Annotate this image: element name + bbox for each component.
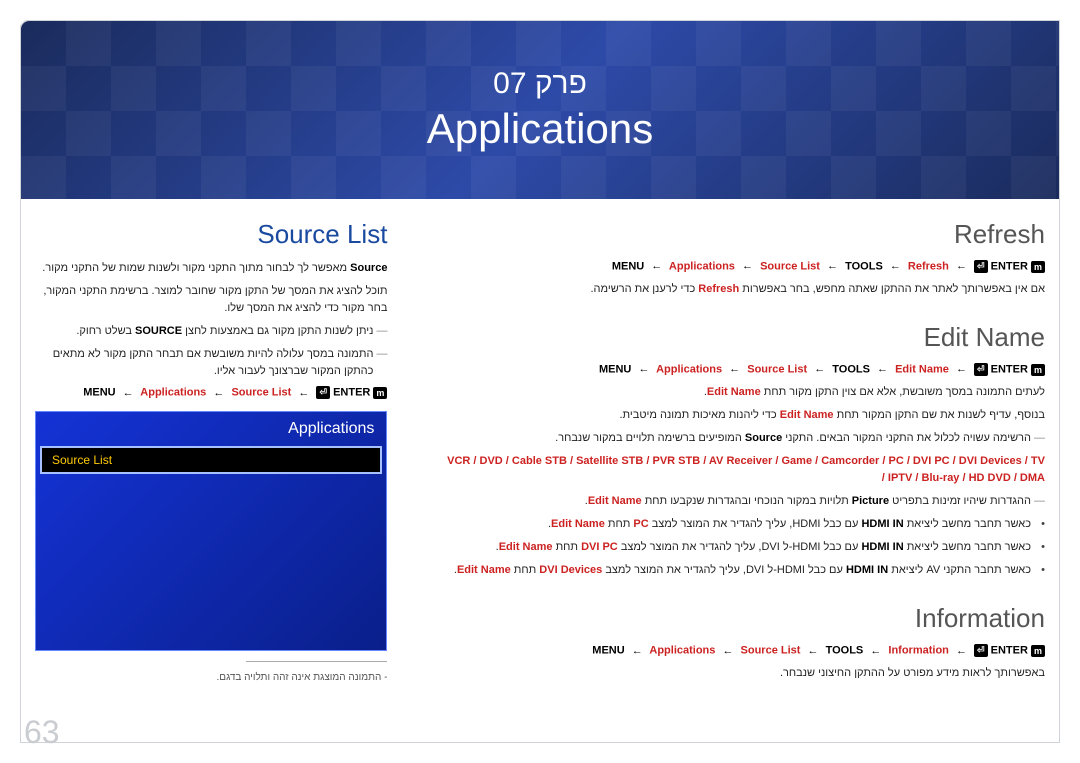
- edit-p4: ההגדרות שיהיו זמינות בתפריט Picture תלוי…: [443, 493, 1045, 510]
- enter-icon: ⏎: [316, 386, 330, 399]
- edit-bullet-2: כאשר תחבר מחשב ליציאת HDMI IN עם כבל HDM…: [443, 539, 1045, 556]
- source-desc-2: תוכל להציג את המסך של התקן מקור שחובר למ…: [35, 283, 387, 317]
- edit-bullet-1: כאשר תחבר מחשב ליציאת HDMI IN עם כבל HDM…: [443, 516, 1045, 533]
- chapter-title: Applications: [427, 105, 653, 153]
- editname-heading: Edit Name: [443, 322, 1045, 353]
- content-area: Source List Source Source מאפשר לך לבחור…: [21, 199, 1059, 742]
- left-column: Refresh m MENU ← Applications ← Source L…: [415, 199, 1059, 742]
- edit-p1: לעתים התמונה במסך משובשת, אלא אם צוין הת…: [443, 384, 1045, 401]
- arrow-icon: ←: [298, 387, 309, 399]
- info-text: באפשרותך לראות מידע מפורט על ההתקן החיצו…: [443, 665, 1045, 682]
- arrow-icon: ←: [956, 363, 967, 375]
- arrow-icon: ←: [213, 387, 224, 399]
- arrow-icon: ←: [890, 260, 901, 272]
- enter-icon: ⏎: [974, 644, 988, 657]
- information-heading: Information: [443, 603, 1045, 634]
- arrow-icon: ←: [808, 645, 819, 657]
- nav-path-source: m MENU ← Applications ← Source List ← ⏎ …: [35, 386, 387, 399]
- arrow-icon: ←: [742, 260, 753, 272]
- source-note-1: ניתן לשנות התקן מקור גם באמצעות לחצן SOU…: [35, 323, 387, 340]
- arrow-icon: ←: [827, 260, 838, 272]
- menu-icon: m: [1031, 261, 1045, 273]
- footnote-rule: [246, 661, 387, 662]
- arrow-icon: ←: [123, 387, 134, 399]
- nav-path-editname: m MENU ← Applications ← Source List ← TO…: [443, 363, 1045, 376]
- arrow-icon: ←: [956, 645, 967, 657]
- arrow-icon: ←: [632, 645, 643, 657]
- arrow-icon: ←: [651, 260, 662, 272]
- nav-path-information: m MENU ← Applications ← Source List ← TO…: [443, 644, 1045, 657]
- enter-icon: ⏎: [974, 260, 988, 273]
- applications-panel: Applications Source List: [35, 411, 387, 651]
- footnote: - התמונה המוצגת אינה זהה ותלויה בדגם.: [35, 672, 387, 683]
- right-column: Source List Source Source מאפשר לך לבחור…: [21, 199, 415, 742]
- devices-list: VCR / DVD / Cable STB / Satellite STB / …: [443, 453, 1045, 487]
- refresh-heading: Refresh: [443, 219, 1045, 250]
- menu-icon: m: [1031, 364, 1045, 376]
- nav-path-refresh: m MENU ← Applications ← Source List ← TO…: [443, 260, 1045, 273]
- refresh-text: אם אין באפשרותך לאתר את ההתקן שאתה מחפש,…: [443, 281, 1045, 298]
- arrow-icon: ←: [722, 645, 733, 657]
- arrow-icon: ←: [956, 260, 967, 272]
- arrow-icon: ←: [877, 363, 888, 375]
- source-note-2: התמונה במסך עלולה להיות משובשת אם תבחר ה…: [35, 346, 387, 380]
- panel-title: Applications: [36, 412, 386, 446]
- edit-bullet-3: כאשר תחבר התקני AV ליציאת HDMI IN עם כבל…: [443, 562, 1045, 579]
- arrow-icon: ←: [729, 363, 740, 375]
- menu-icon: m: [1031, 645, 1045, 657]
- arrow-icon: ←: [814, 363, 825, 375]
- source-list-heading: Source List: [35, 219, 387, 250]
- edit-p2: בנוסף, עדיף לשנות את שם התקן המקור תחת E…: [443, 407, 1045, 424]
- page-number: 63: [24, 714, 60, 751]
- arrow-icon: ←: [638, 363, 649, 375]
- menu-icon: m: [373, 387, 387, 399]
- panel-item-source-list[interactable]: Source List: [40, 446, 382, 474]
- chapter-number: פרק 07: [493, 67, 587, 101]
- arrow-icon: ←: [870, 645, 881, 657]
- source-desc-1: Source Source מאפשר לך לבחור מתוך התקני …: [35, 260, 387, 277]
- enter-icon: ⏎: [974, 363, 988, 376]
- edit-p3: הרשימה עשויה לכלול את התקני המקור הבאים.…: [443, 430, 1045, 447]
- page-frame: פרק 07 Applications Source List Source S…: [20, 20, 1060, 743]
- chapter-header: פרק 07 Applications: [21, 21, 1059, 199]
